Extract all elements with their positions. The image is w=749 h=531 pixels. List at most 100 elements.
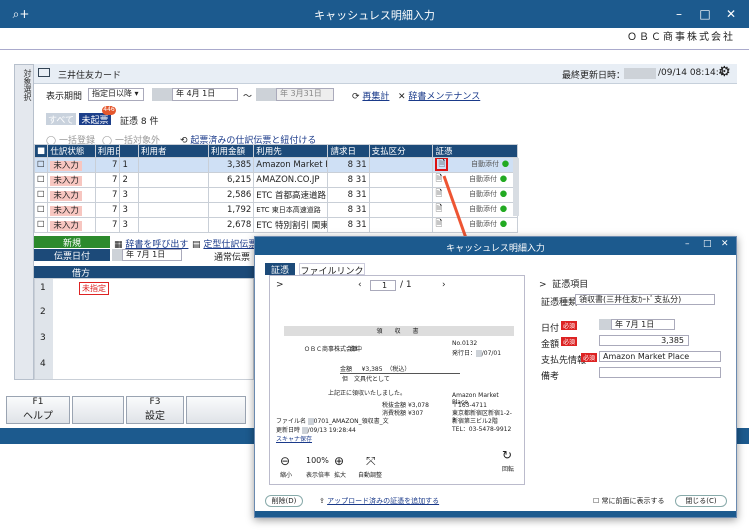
card-header: 三井住友カード 最終更新日時： /09/14 08:14:47 ⚙ [34,64,737,84]
row-state: 未入力 [47,202,96,218]
row-payment [368,157,434,173]
dest-field[interactable]: Amazon Market Place [599,351,721,362]
col-evidence[interactable]: 証憑 [432,144,518,158]
card-name: 三井住友カード [58,71,122,81]
f4-button[interactable] [186,396,246,424]
copy-icon: ▤ [192,240,201,250]
row-checkbox[interactable]: ☐ [33,157,49,173]
period-label: 表示期間 [46,92,83,102]
start-date: 4月 1日 [184,89,216,98]
add-uploaded-link[interactable]: ⇪ アップロード済みの証憑を追加する [319,496,439,506]
row-dest: ETC 東日本高速道路 [253,202,329,218]
row-month: 7 [94,157,121,173]
row-bill: 8 31 [327,157,370,173]
tab-all[interactable]: すべて [46,113,76,126]
dest-label: 支払先情報 [541,356,587,366]
tab-evidence[interactable]: 証憑 [265,263,295,276]
file-info: ファイル名 0701_AMAZON_領収書_文 更新日時 /09/13 19:2… [276,416,389,443]
fixed-voucher-label: 定型仕訳伝票 [203,240,258,250]
row-checkbox[interactable]: ☐ [33,187,49,203]
scan-link[interactable]: スキャナ保存 [276,434,389,443]
always-front-label: 常に前面に表示する [601,497,665,505]
masked-year-3 [112,249,122,261]
col-bill[interactable]: 請求日 [327,144,370,158]
unposted-badge: 446 [102,106,116,115]
col-date[interactable]: 利用日 [94,144,121,158]
tools-icon: ✕ [398,92,406,102]
gear-icon[interactable]: ⚙ [718,64,731,80]
row-checkbox[interactable]: ☐ [33,172,49,188]
evidence-count: 証憑 8 件 [120,117,159,127]
next-page-icon[interactable]: › [442,280,446,290]
table-row[interactable]: ☐ 未入力 7 1 3,385 Amazon Market Place 8 31… [33,157,518,173]
recalc-link[interactable]: ⟳ 再集計 [352,89,389,102]
dialog-bottom-bar [255,511,736,517]
date-field-label: 日付 [541,324,560,334]
chevron-right-icon[interactable]: > [276,280,284,290]
row-payment [368,202,434,218]
always-front-checkbox[interactable]: ☐ 常に前面に表示する [593,496,665,506]
date-field[interactable]: 年 7月 1日 [611,319,675,330]
target-select-tab[interactable]: 対象選択 [14,64,34,380]
date-label: 伝票日付 [34,249,110,262]
memo-field[interactable] [599,367,721,378]
col-check[interactable]: ■ [33,144,49,158]
masked-year-2 [256,88,276,101]
maximize-icon[interactable]: □ [703,239,712,249]
col-state[interactable]: 仕訳状態 [47,144,96,158]
dictionary-link[interactable]: ✕ 辞書メンテナンス [398,89,480,102]
f1-key: F1 [32,397,44,407]
start-date-input[interactable]: 年 4月 1日 [172,88,238,101]
row-user [137,172,209,188]
kind-select[interactable]: 領収書(三井住友ｶｰﾄﾞ支払分) [575,294,715,305]
table-scrollbar[interactable] [513,158,519,216]
f1-help-button[interactable]: F1 ヘルプ [6,396,70,424]
col-user[interactable]: 利用者 [137,144,209,158]
f3-settings-button[interactable]: F3 設定 [126,396,184,424]
col-payment[interactable]: 支払区分 [368,144,434,158]
row-checkbox[interactable]: ☐ [33,202,49,218]
tab-file-link[interactable]: ファイルリンク [299,263,365,277]
preview-toolbar: ⊖ 縮小 100% 表示倍率 ⊕ 拡大 ⤧ 自動調整 ↻ 回転 [276,448,516,484]
close-icon[interactable]: ✕ [722,5,740,23]
prev-page-icon[interactable]: ‹ [358,280,362,290]
fit-label: 表示倍率 [306,472,331,479]
end-date-input[interactable]: 年 3月31日 [276,88,334,101]
row-num-2: 2 [40,307,46,317]
voucher-date-input[interactable]: 年 7月 1日 [122,249,182,261]
receipt-sama: 御中 [350,346,363,353]
unspecified-account[interactable]: 未指定 [79,282,109,295]
col-amount[interactable]: 利用金額 [207,144,255,158]
col-blank [119,144,139,158]
minimize-icon[interactable]: – [670,5,688,23]
dict-label: 辞書メンテナンス [408,92,481,102]
amount-field[interactable]: 3,385 [599,335,689,346]
maximize-icon[interactable]: □ [696,5,714,23]
zoom-in-icon[interactable]: ⊕ [334,454,344,468]
close-icon[interactable]: ✕ [721,239,729,249]
auto-adjust-icon[interactable]: ⤧ [366,454,376,469]
preview-pane: > ‹ 1 / 1 › 領 収 書 ＯＢＣ商事株式会社 御中 No.0132 発… [269,275,525,485]
period-select[interactable]: 指定日以降 ▾ [88,88,144,101]
check-icon: ● [501,159,510,169]
amount-label: 金額 [541,340,560,350]
refresh-icon: ⟳ [352,92,360,102]
minimize-icon[interactable]: – [685,239,690,249]
page-input[interactable]: 1 [370,280,396,291]
new-button[interactable]: 新規 [34,236,110,249]
title-bar: ⌕+ キャッシュレス明細入力 – □ ✕ [0,0,749,28]
row-amount: 3,385 [207,157,255,173]
zoom-out-icon[interactable]: ⊖ [280,454,290,468]
rotate-label: 回転 [502,466,515,473]
row-evidence[interactable]: 🗎 自動添付 ● [432,157,518,173]
close-button[interactable]: 閉じる(C) [675,495,727,507]
document-icon[interactable]: 🗎 [435,158,449,171]
col-dest[interactable]: 利用先 [253,144,329,158]
delete-button[interactable]: 削除(D) [265,495,303,507]
f2-button[interactable] [72,396,124,424]
entry-grid[interactable]: 1 2 3 4 未指定 [34,278,254,380]
row-checkbox[interactable]: ☐ [33,217,49,233]
row-num-4: 4 [40,359,46,369]
fixed-voucher-link[interactable]: ▤ 定型仕訳伝票 [192,237,257,250]
rotate-icon[interactable]: ↻ [502,448,512,462]
